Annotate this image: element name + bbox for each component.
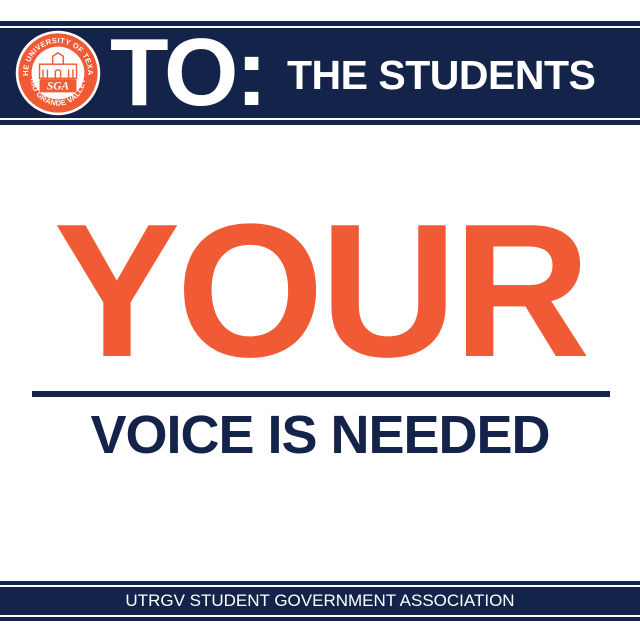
headline-your: YOUR	[53, 185, 591, 397]
subline-voice-needed: VOICE IS NEEDED	[90, 405, 550, 465]
headline-divider	[32, 391, 610, 397]
footer-rule-top	[0, 585, 640, 587]
header-rule-top	[0, 26, 640, 28]
header-banner: THE UNIVERSITY OF TEXAS RIO GRANDE VALLE…	[0, 21, 640, 125]
header-rule-bottom	[0, 118, 640, 120]
svg-text:SGA: SGA	[47, 81, 70, 93]
footer-banner: UTRGV STUDENT GOVERNMENT ASSOCIATION	[0, 581, 640, 621]
footer-rule-bottom	[0, 615, 640, 617]
recipient-text: THE STUDENTS	[287, 52, 596, 98]
footer-organization: UTRGV STUDENT GOVERNMENT ASSOCIATION	[125, 591, 515, 610]
to-label: TO:	[110, 19, 268, 126]
utrgv-sga-seal-logo: THE UNIVERSITY OF TEXAS RIO GRANDE VALLE…	[14, 29, 101, 116]
